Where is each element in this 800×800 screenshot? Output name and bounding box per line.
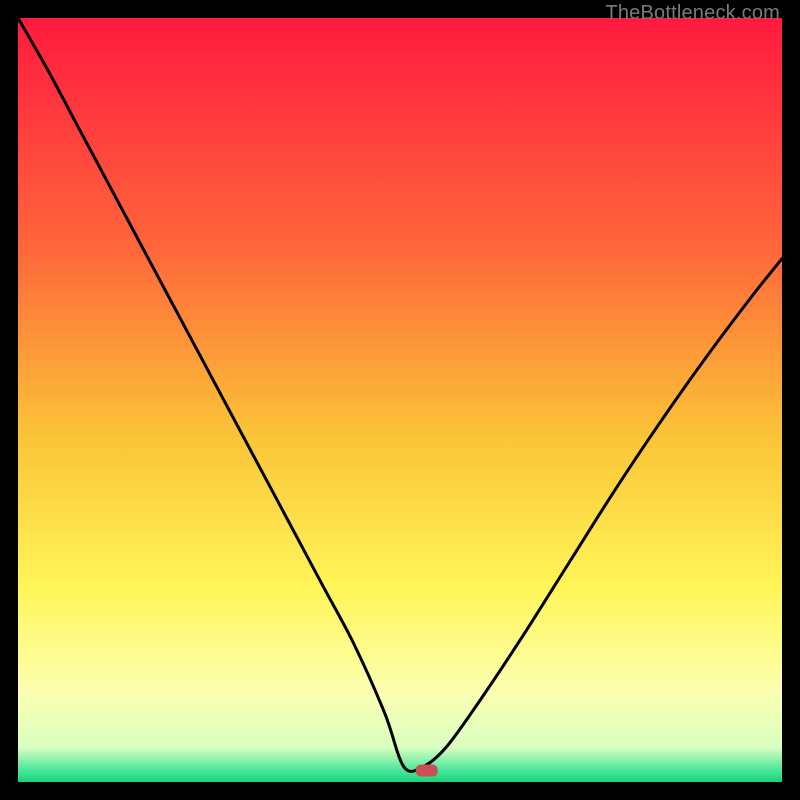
chart-background: [18, 18, 782, 782]
bottleneck-chart: [18, 18, 782, 782]
chart-frame: [18, 18, 782, 782]
watermark-text: TheBottleneck.com: [605, 2, 780, 25]
optimal-point-marker: [416, 765, 438, 777]
